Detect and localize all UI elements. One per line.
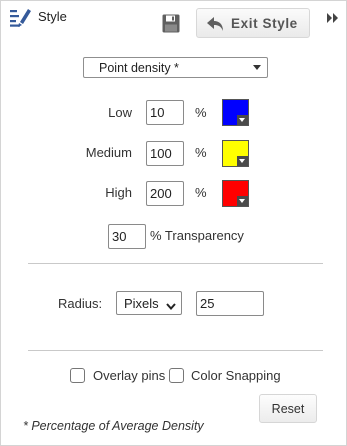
transparency-label: % Transparency [150, 228, 244, 243]
overlay-pins-label: Overlay pins [93, 368, 166, 383]
low-color-swatch[interactable] [222, 99, 249, 126]
transparency-input[interactable] [108, 224, 146, 249]
color-snapping-checkbox[interactable] [169, 368, 184, 383]
reset-button-label: Reset [271, 402, 305, 416]
save-icon[interactable] [162, 14, 180, 33]
high-label: High [105, 185, 132, 200]
style-brush-icon [10, 7, 32, 27]
medium-color-swatch[interactable] [222, 140, 249, 167]
color-picker-arrow-icon [237, 115, 248, 125]
medium-input[interactable] [146, 141, 184, 166]
low-input[interactable] [146, 100, 184, 125]
low-percent-unit: % [195, 105, 207, 120]
radius-unit-value: Pixels [124, 296, 159, 311]
radius-label: Radius: [58, 296, 103, 311]
footnote: * Percentage of Average Density [23, 419, 204, 433]
high-color-swatch[interactable] [222, 180, 249, 207]
medium-percent-unit: % [195, 145, 207, 160]
chevron-down-icon [166, 298, 176, 311]
density-mode-select[interactable]: Point density * [83, 57, 268, 78]
color-picker-arrow-icon [237, 196, 248, 206]
divider [28, 350, 323, 351]
medium-label: Medium [85, 145, 132, 160]
divider [28, 263, 323, 264]
style-panel: Style Exit Style Point density * Low % [0, 0, 347, 446]
color-picker-arrow-icon [237, 156, 248, 166]
exit-style-button[interactable]: Exit Style [196, 8, 310, 38]
high-input[interactable] [146, 181, 184, 206]
radius-input[interactable] [196, 291, 264, 316]
overlay-pins-checkbox[interactable] [70, 368, 85, 383]
collapse-panel-icon[interactable] [327, 10, 339, 23]
high-percent-unit: % [195, 185, 207, 200]
low-label: Low [108, 105, 132, 120]
reset-button[interactable]: Reset [259, 394, 317, 423]
color-snapping-label: Color Snapping [191, 368, 281, 383]
density-mode-value: Point density * [99, 61, 179, 75]
panel-title: Style [38, 9, 67, 24]
radius-unit-select[interactable]: Pixels [116, 291, 182, 315]
dropdown-arrow-icon [253, 65, 261, 70]
exit-style-label: Exit Style [231, 16, 298, 31]
undo-arrow-icon [206, 14, 226, 34]
